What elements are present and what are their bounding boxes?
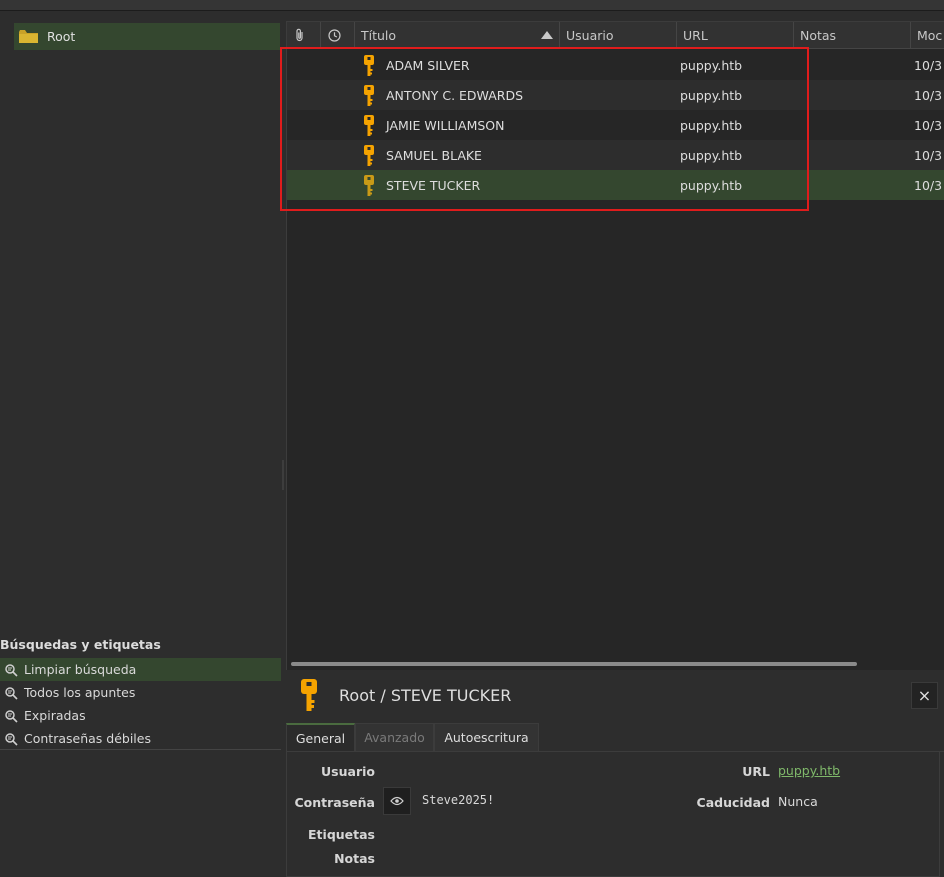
column-header-notes[interactable]: Notas [794, 22, 911, 48]
sort-ascending-icon [541, 31, 553, 39]
column-header-modified[interactable]: Moc [911, 22, 944, 48]
cell-url: puppy.htb [680, 57, 743, 73]
column-header-attachment[interactable] [287, 22, 321, 48]
column-header-title[interactable]: Título [355, 22, 560, 48]
eye-icon [390, 796, 404, 806]
cell-title: SAMUEL BLAKE [386, 147, 482, 163]
key-icon [364, 85, 374, 106]
search-item-all-entries[interactable]: Todos los apuntes [0, 681, 281, 704]
search-item-expired[interactable]: Expiradas [0, 704, 281, 727]
entry-details-title: Root / STEVE TUCKER [339, 686, 512, 705]
table-row[interactable]: ANTONY C. EDWARDS puppy.htb 10/3 [287, 80, 944, 110]
top-toolbar-strip [0, 0, 944, 11]
column-header-url[interactable]: URL [677, 22, 794, 48]
table-row[interactable]: SAMUEL BLAKE puppy.htb 10/3 [287, 140, 944, 170]
table-row[interactable]: ADAM SILVER puppy.htb 10/3 [287, 50, 944, 80]
search-tag-icon [5, 732, 18, 746]
search-item-label: Limpiar búsqueda [24, 662, 137, 677]
key-icon [364, 115, 374, 136]
column-header-title-label: Título [361, 27, 397, 43]
sidebar-divider [0, 749, 281, 750]
cell-title: ADAM SILVER [386, 57, 470, 73]
show-password-button[interactable] [383, 787, 411, 815]
entry-details-panel: Root / STEVE TUCKER × General Avanzado A… [286, 670, 944, 877]
horizontal-scrollbar[interactable] [291, 662, 857, 666]
column-header-url-label: URL [683, 27, 708, 43]
key-icon [364, 145, 374, 166]
cell-modified: 10/3 [914, 87, 943, 103]
search-tag-icon [5, 686, 18, 700]
cell-url: puppy.htb [680, 177, 743, 193]
column-header-user-label: Usuario [566, 27, 614, 43]
searches-section-title: Búsquedas y etiquetas [0, 637, 161, 652]
close-details-button[interactable]: × [911, 682, 938, 709]
clock-icon [328, 28, 341, 42]
entry-table: Título Usuario URL Notas Moc ADAM SILVER… [286, 21, 944, 671]
paperclip-icon [296, 28, 303, 42]
table-header: Título Usuario URL Notas Moc [287, 22, 944, 49]
notes-label: Notas [334, 851, 375, 866]
details-tabs: General Avanzado Autoescritura [286, 723, 944, 752]
column-header-user[interactable]: Usuario [560, 22, 677, 48]
key-icon [364, 175, 374, 196]
group-root-label: Root [47, 29, 76, 44]
search-item-label: Contraseñas débiles [24, 731, 151, 746]
column-header-time[interactable] [321, 22, 355, 48]
folder-icon [19, 29, 38, 44]
cell-url: puppy.htb [680, 87, 743, 103]
key-icon [301, 679, 317, 711]
url-link[interactable]: puppy.htb [778, 763, 840, 778]
expiry-label: Caducidad [696, 795, 770, 810]
key-icon [364, 55, 374, 76]
cell-modified: 10/3 [914, 117, 943, 133]
search-item-label: Todos los apuntes [24, 685, 136, 700]
cell-modified: 10/3 [914, 177, 943, 193]
expiry-value: Nunca [778, 794, 818, 809]
cell-modified: 10/3 [914, 147, 943, 163]
search-item-label: Expiradas [24, 708, 86, 723]
splitter-handle[interactable] [282, 460, 284, 490]
tab-advanced[interactable]: Avanzado [355, 723, 434, 751]
cell-url: puppy.htb [680, 117, 743, 133]
table-row-selected[interactable]: STEVE TUCKER puppy.htb 10/3 [287, 170, 944, 200]
search-item-clear[interactable]: Limpiar búsqueda [0, 658, 281, 681]
username-label: Usuario [321, 764, 375, 779]
group-tree-root[interactable]: Root [14, 23, 280, 50]
cell-title: STEVE TUCKER [386, 177, 481, 193]
search-item-weak-passwords[interactable]: Contraseñas débiles [0, 727, 281, 750]
cell-modified: 10/3 [914, 57, 943, 73]
tab-autotype[interactable]: Autoescritura [434, 723, 539, 751]
column-header-notes-label: Notas [800, 27, 837, 43]
tab-general[interactable]: General [286, 723, 355, 751]
search-tag-icon [5, 663, 18, 677]
search-tag-icon [5, 709, 18, 723]
tags-label: Etiquetas [308, 827, 375, 842]
password-label: Contraseña [294, 795, 376, 810]
cell-url: puppy.htb [680, 147, 743, 163]
url-label: URL [742, 764, 770, 779]
column-header-modified-label: Moc [917, 27, 943, 43]
table-row[interactable]: JAMIE WILLIAMSON puppy.htb 10/3 [287, 110, 944, 140]
cell-title: JAMIE WILLIAMSON [386, 117, 505, 133]
password-value: Steve2025! [422, 793, 495, 807]
cell-title: ANTONY C. EDWARDS [386, 87, 524, 103]
